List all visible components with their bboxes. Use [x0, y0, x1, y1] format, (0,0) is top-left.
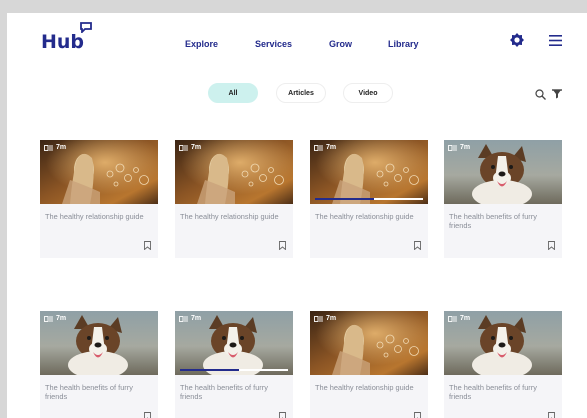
bookmark-icon[interactable] — [548, 412, 555, 418]
bookmark-icon[interactable] — [279, 241, 286, 250]
card-thumbnail: 7m — [310, 311, 428, 375]
nav-explore[interactable]: Explore — [185, 39, 218, 49]
article-icon — [179, 144, 188, 151]
duration-label: 7m — [326, 315, 337, 322]
reading-progress-bar — [180, 369, 288, 371]
gear-icon[interactable] — [510, 33, 524, 47]
article-icon — [44, 315, 53, 322]
bookmark-icon[interactable] — [414, 412, 421, 418]
article-icon — [314, 144, 323, 151]
card-thumbnail: 7m — [175, 140, 293, 204]
article-icon — [44, 144, 53, 151]
hamburger-menu-icon[interactable] — [549, 35, 562, 46]
duration-badge: 7m — [179, 144, 201, 151]
nav-library[interactable]: Library — [388, 39, 419, 49]
card-title: The healthy relationship guide — [180, 212, 279, 221]
duration-badge: 7m — [314, 144, 336, 151]
article-icon — [448, 144, 457, 151]
bookmark-icon[interactable] — [144, 412, 151, 418]
duration-label: 7m — [460, 144, 471, 151]
bookmark-icon[interactable] — [548, 241, 555, 250]
duration-badge: 7m — [448, 144, 470, 151]
duration-label: 7m — [460, 315, 471, 322]
card-thumbnail: 7m — [444, 140, 562, 204]
content-card[interactable]: 7m The health benefits of furry friends — [444, 140, 562, 258]
content-card[interactable]: 7m The health benefits of furry friends — [40, 311, 158, 418]
article-icon — [448, 315, 457, 322]
brand-logo[interactable]: Hub — [41, 31, 84, 53]
bookmark-icon[interactable] — [414, 241, 421, 250]
chat-bubble-icon — [80, 22, 92, 33]
filter-articles[interactable]: Articles — [276, 83, 326, 103]
content-card[interactable]: 7m The healthy relationship guide — [310, 311, 428, 418]
article-icon — [179, 315, 188, 322]
duration-label: 7m — [326, 144, 337, 151]
bookmark-icon[interactable] — [279, 412, 286, 418]
card-thumbnail: 7m — [175, 311, 293, 375]
app-frame: Hub Explore Services Grow Library All Ar… — [7, 13, 587, 418]
article-icon — [314, 315, 323, 322]
bookmark-icon[interactable] — [144, 241, 151, 250]
duration-badge: 7m — [448, 315, 470, 322]
card-title: The healthy relationship guide — [45, 212, 144, 221]
card-title: The health benefits of furry friends — [449, 383, 537, 401]
reading-progress-bar — [315, 198, 423, 200]
duration-label: 7m — [191, 144, 202, 151]
duration-badge: 7m — [179, 315, 201, 322]
duration-badge: 7m — [44, 315, 66, 322]
duration-label: 7m — [191, 315, 202, 322]
content-card[interactable]: 7m The healthy relationship guide — [175, 140, 293, 258]
content-card[interactable]: 7m The health benefits of furry friends — [444, 311, 562, 418]
content-card[interactable]: 7m The healthy relationship guide — [310, 140, 428, 258]
content-card[interactable]: 7m The healthy relationship guide — [40, 140, 158, 258]
card-title: The health benefits of furry friends — [180, 383, 268, 401]
duration-label: 7m — [56, 315, 67, 322]
search-icon[interactable] — [535, 89, 546, 100]
card-thumbnail: 7m — [40, 140, 158, 204]
filter-icon[interactable] — [552, 89, 562, 99]
card-title: The health benefits of furry friends — [45, 383, 133, 401]
card-title: The health benefits of furry friends — [449, 212, 537, 230]
duration-badge: 7m — [314, 315, 336, 322]
reading-progress-fill — [315, 198, 375, 200]
card-title: The healthy relationship guide — [315, 212, 414, 221]
card-thumbnail: 7m — [444, 311, 562, 375]
duration-label: 7m — [56, 144, 67, 151]
filter-video[interactable]: Video — [343, 83, 393, 103]
card-title: The healthy relationship guide — [315, 383, 414, 392]
nav-grow[interactable]: Grow — [329, 39, 352, 49]
content-card[interactable]: 7m The health benefits of furry friends — [175, 311, 293, 418]
duration-badge: 7m — [44, 144, 66, 151]
filter-all[interactable]: All — [208, 83, 258, 103]
nav-services[interactable]: Services — [255, 39, 292, 49]
reading-progress-fill — [180, 369, 240, 371]
card-thumbnail: 7m — [310, 140, 428, 204]
card-thumbnail: 7m — [40, 311, 158, 375]
